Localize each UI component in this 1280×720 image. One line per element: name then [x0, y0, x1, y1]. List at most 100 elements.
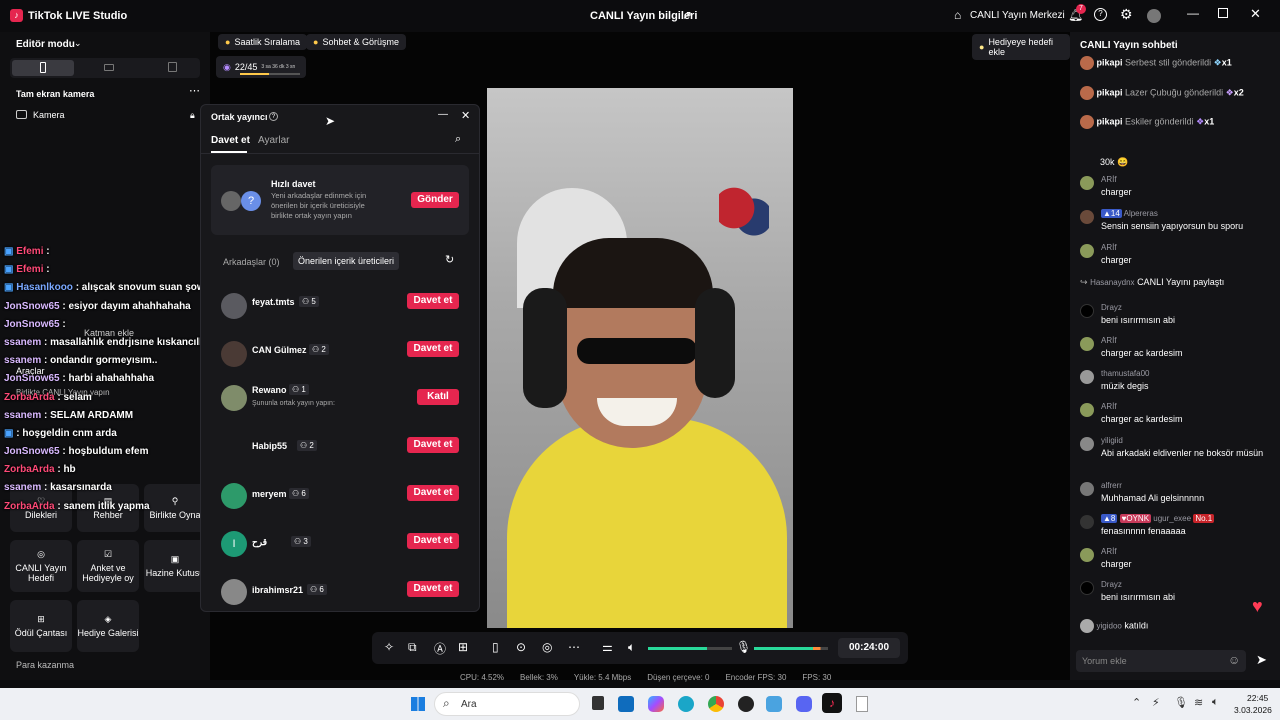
send-icon[interactable]: ➤ — [1256, 652, 1267, 668]
refresh-icon[interactable]: ↻ — [445, 253, 454, 266]
layout-icon[interactable]: ⊞ — [458, 640, 468, 654]
send-button[interactable]: Gönder — [411, 192, 459, 208]
invite-button[interactable]: Davet et — [407, 581, 459, 597]
card-poll[interactable]: ☑ Anket ve Hediyeyle oy — [77, 540, 139, 592]
scene-title[interactable]: Tam ekran kamera — [16, 89, 94, 99]
taskbar-search[interactable]: ⌕ Ara — [434, 692, 580, 716]
minimize-icon[interactable]: — — [1187, 6, 1199, 20]
camera-toggle-icon[interactable]: ◎ — [542, 640, 552, 654]
maximize-icon[interactable] — [1218, 8, 1228, 18]
progress-pill[interactable]: ◉ 22/45 3 sa 36 dk 3 sn — [216, 56, 306, 78]
volume-icon[interactable]: 🔈︎ — [1212, 696, 1219, 709]
magic-wand-icon[interactable]: ✧ — [384, 640, 394, 654]
network-app-icon[interactable] — [766, 696, 782, 712]
level-badge: ▲14 — [1101, 209, 1122, 218]
bag-icon: ⊞ — [37, 614, 45, 624]
notification-badge: 7 — [1076, 4, 1086, 14]
help-icon[interactable]: ? — [1094, 8, 1107, 21]
more-icon[interactable]: ⋯ — [189, 84, 200, 97]
mouse-cursor-icon: ➤ — [325, 114, 336, 128]
effects-icon[interactable]: ⧉ — [408, 640, 417, 655]
dual-icon[interactable] — [168, 62, 177, 72]
chat-title: CANLI Yayın sohbeti — [1080, 40, 1178, 51]
comment-input[interactable]: Yorum ekle ☺ — [1076, 650, 1246, 672]
speaker-level[interactable] — [648, 647, 732, 650]
speaker-icon[interactable]: 🔈︎ — [628, 640, 635, 655]
tab-settings[interactable]: Ayarlar — [258, 135, 290, 146]
notepad-icon[interactable] — [856, 696, 868, 712]
landscape-icon[interactable] — [104, 64, 114, 71]
camera-source[interactable]: Kamera — [33, 110, 65, 120]
search-icon[interactable]: ⌕ — [455, 133, 461, 146]
gift-goal-pill[interactable]: ● Hediyeye hedefi ekle — [972, 34, 1070, 60]
network-icon[interactable]: ⚡︎ — [1152, 696, 1160, 709]
phone-view-icon[interactable]: ▯ — [492, 640, 499, 654]
more-controls-icon[interactable]: ⋯ — [568, 640, 580, 654]
rank-icon: ● — [225, 37, 231, 47]
info-icon[interactable]: ? — [269, 112, 278, 121]
creator-name: قرح — [252, 537, 268, 547]
creator-name: Rewano — [252, 385, 287, 395]
poll-icon: ☑ — [103, 549, 113, 559]
settings-icon[interactable]: ⚙ — [1120, 6, 1133, 23]
camera-icon — [16, 110, 27, 119]
heart-icon[interactable]: ♥ — [1252, 596, 1263, 617]
copilot-icon[interactable] — [648, 696, 664, 712]
chat-message: ▲14 Alpereras Sensin sensiin yapıyorsun b… — [1080, 208, 1275, 232]
close-dialog-icon[interactable]: ✕ — [461, 109, 470, 122]
creator-name: Habip55 — [252, 441, 288, 451]
tiktok-taskbar-icon[interactable]: ♪ — [822, 693, 842, 713]
person-icon: ⚇ — [300, 441, 308, 450]
live-center-link[interactable]: CANLI Yayın Merkezi — [970, 10, 1065, 21]
progress-fill — [240, 73, 270, 75]
card-treasure[interactable]: ▣ Hazine Kutusu — [144, 540, 206, 592]
user-avatar — [1080, 581, 1094, 595]
edge-icon[interactable] — [678, 696, 694, 712]
user-avatar — [1080, 244, 1094, 258]
discord-icon[interactable] — [796, 696, 812, 712]
card-reward-bag[interactable]: ⊞ Ödül Çantası — [10, 600, 72, 652]
mixer-icon[interactable]: ⚌ — [602, 640, 613, 654]
chat-meet-pill[interactable]: ● Sohbet & Görüşme — [306, 34, 406, 50]
profile-avatar[interactable] — [1147, 9, 1161, 23]
tab-suggested[interactable]: Önerilen içerik üreticileri — [293, 252, 400, 270]
app-icon[interactable] — [738, 696, 754, 712]
mic-level[interactable] — [754, 647, 828, 650]
viewer-count: ⚇ 5 — [299, 296, 319, 307]
record-icon[interactable]: ⊙ — [516, 640, 526, 654]
chest-icon: ▣ — [170, 554, 180, 564]
emoji-icon[interactable]: ☺ — [1228, 653, 1240, 667]
taskview-icon[interactable] — [592, 696, 604, 710]
mic-icon[interactable]: 🎙︎ — [736, 640, 751, 654]
hourly-rank-pill[interactable]: ● Saatlik Sıralama — [218, 34, 307, 50]
invite-button[interactable]: Davet et — [407, 485, 459, 501]
share-icon[interactable]: ↗ — [682, 8, 692, 22]
invite-button[interactable]: Davet et — [407, 293, 459, 309]
lock-icon[interactable]: 🔒︎ — [190, 110, 195, 121]
mic-tray-icon[interactable]: 🎙︎ — [1174, 696, 1188, 709]
card-live-goal[interactable]: ◎ CANLI Yayın Hedefi — [10, 540, 72, 592]
ai-icon[interactable]: Ⓐ — [434, 640, 446, 657]
invite-button[interactable]: Davet et — [407, 533, 459, 549]
card-gift-gallery[interactable]: ◈ Hediye Galerisi — [77, 600, 139, 652]
tab-invite[interactable]: Davet et — [211, 135, 250, 146]
share-notice: ↪ Hasanaydnx CANLI Yayını paylaştı — [1080, 277, 1225, 287]
chevron-up-icon[interactable]: ⌃ — [1132, 696, 1141, 709]
minimize-dialog-icon[interactable]: — — [438, 109, 448, 120]
editor-mode-dropdown[interactable]: Editör modu — [16, 39, 75, 50]
close-icon[interactable]: ✕ — [1250, 6, 1261, 22]
headphones — [523, 288, 567, 408]
join-button[interactable]: Katıl — [417, 389, 459, 405]
outlook-icon[interactable] — [618, 696, 634, 712]
clock-time[interactable]: 22:45 — [1247, 693, 1268, 703]
windows-start-icon[interactable] — [411, 697, 425, 711]
creator-row: Rewano ⚇ 1 Şununla ortak yayın yapın: Ka… — [201, 383, 479, 427]
question-avatar-icon: ? — [241, 191, 261, 211]
invite-button[interactable]: Davet et — [407, 341, 459, 357]
clock-date[interactable]: 3.03.2026 — [1234, 705, 1272, 715]
home-icon[interactable]: ⌂ — [954, 8, 961, 22]
tab-friends[interactable]: Arkadaşlar (0) — [223, 257, 280, 267]
invite-button[interactable]: Davet et — [407, 437, 459, 453]
wifi-icon[interactable]: ≋ — [1194, 696, 1203, 709]
chrome-icon[interactable] — [708, 696, 724, 712]
